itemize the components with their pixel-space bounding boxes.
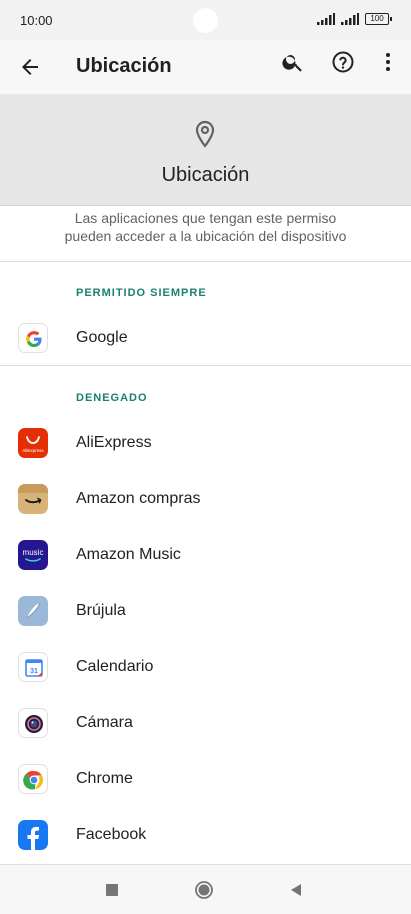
app-label: Google [76,329,128,346]
chrome-icon [18,764,48,794]
list-item-aliexpress[interactable]: AliExpress AliExpress [0,415,411,471]
calendar-icon-text: 31 [30,668,38,675]
app-label: Amazon Music [76,546,181,563]
app-label: AliExpress [76,434,152,451]
status-bar: 10:00 100 [0,0,411,40]
battery-icon: 100 [365,13,392,25]
app-label: Amazon compras [76,490,201,507]
section-divider [0,365,411,366]
list-item-amazon-compras[interactable]: Amazon compras [0,471,411,527]
help-icon[interactable] [331,50,355,74]
recents-icon[interactable] [102,880,122,900]
signal-icon [317,13,335,25]
camera-icon [18,708,48,738]
list-item-facebook[interactable]: Facebook [0,807,411,863]
camera-cutout [193,8,218,33]
google-icon [18,323,48,353]
list-item-amazon-music[interactable]: music Amazon Music [0,527,411,583]
search-icon[interactable] [281,50,305,74]
permission-description: Las aplicaciones que tengan este permiso… [0,206,411,262]
app-label: Brújula [76,602,126,619]
list-item-google[interactable]: Google [0,310,411,366]
app-label: Calendario [76,658,154,675]
page-title: Ubicación [76,55,172,77]
back-nav-icon[interactable] [286,880,306,900]
facebook-icon [18,820,48,850]
location-pin-icon [195,120,215,148]
section-header-denied: DENEGADO [76,392,148,404]
status-time: 10:00 [20,13,53,28]
amazon-shopping-icon [18,484,48,514]
app-label: Facebook [76,826,147,843]
permission-heading: Ubicación [161,164,250,186]
app-label: Cámara [76,714,133,731]
aliexpress-icon-text: AliExpress [22,448,44,453]
back-arrow-icon[interactable] [18,55,42,79]
app-list: PERMITIDO SIEMPRE Google DENEGADO AliExp… [0,262,411,864]
description-line-1: Las aplicaciones que tengan este permiso [74,210,337,226]
compass-icon [18,596,48,626]
list-item-calendario[interactable]: 31 Calendario [0,639,411,695]
status-icons: 100 [317,13,392,25]
signal-icon-2 [341,13,359,25]
section-header-allowed: PERMITIDO SIEMPRE [76,287,207,299]
permission-header: Ubicación [0,94,411,206]
description-line-2: pueden acceder a la ubicación del dispos… [64,228,347,244]
app-label: Chrome [76,770,133,787]
aliexpress-icon: AliExpress [18,428,48,458]
list-item-camara[interactable]: Cámara [0,695,411,751]
amazon-music-icon-text: music [23,548,44,557]
calendar-icon: 31 [18,652,48,682]
more-vert-icon[interactable] [376,50,400,74]
system-nav-bar [0,864,411,914]
list-item-brujula[interactable]: Brújula [0,583,411,639]
list-item-chrome[interactable]: Chrome [0,751,411,807]
amazon-music-icon: music [18,540,48,570]
home-icon[interactable] [194,880,214,900]
app-bar: Ubicación [0,40,411,94]
